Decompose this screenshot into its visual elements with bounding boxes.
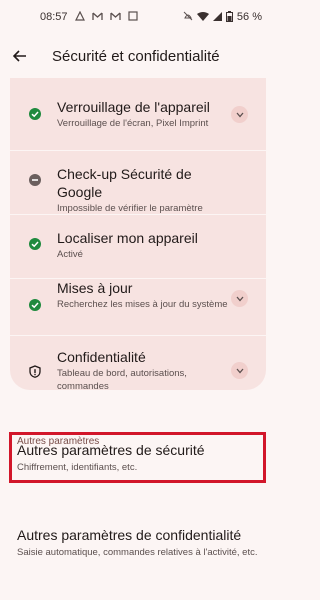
row-device-lock[interactable]: Verrouillage de l'appareil Verrouillage … [10,86,266,146]
dnd-off-icon [183,11,193,23]
row-subtitle: Tableau de bord, autorisations, commande… [57,368,187,392]
row-subtitle: Activé [57,249,83,260]
chevron-down-icon [236,368,243,373]
battery-icon [225,10,233,24]
expand-button[interactable] [231,362,248,379]
highlight-box [9,432,266,483]
minus-circle-icon [28,173,42,187]
row-title: Mises à jour [57,280,133,296]
check-circle-icon [28,237,42,251]
gmail-icon [109,12,121,23]
expand-button[interactable] [231,106,248,123]
chevron-down-icon [236,296,243,301]
gmail-icon [91,12,103,23]
row-security-checkup[interactable]: Check-up Sécurité de Google Impossible d… [10,151,266,214]
row-title: Check-up Sécurité de Google [57,166,192,200]
back-button[interactable] [0,36,40,76]
other-privacy-settings[interactable]: Autres paramètres de confidentialité Sai… [17,527,262,559]
notification-icon [74,10,85,23]
app-bar: Sécurité et confidentialité [0,34,276,78]
expand-button[interactable] [231,290,248,307]
chevron-down-icon [236,112,243,117]
item-title: Autres paramètres de confidentialité [17,527,242,543]
row-find-my-device[interactable]: Localiser mon appareil Activé [10,215,266,275]
shield-icon [28,364,42,378]
row-subtitle: Recherchez les mises à jour du système [57,299,228,310]
battery-percent: 56 % [236,11,262,23]
status-bar: 08:57 56 % [0,0,276,34]
row-title: Localiser mon appareil [57,230,198,246]
arrow-back-icon [13,50,26,62]
check-circle-icon [28,107,42,121]
row-privacy[interactable]: Confidentialité Tableau de bord, autoris… [10,336,266,392]
page-title: Sécurité et confidentialité [52,47,220,65]
row-title: Confidentialité [57,349,146,365]
row-updates[interactable]: Mises à jour Recherchez les mises à jour… [10,279,266,343]
gallery-icon [127,11,138,23]
security-card: Verrouillage de l'appareil Verrouillage … [10,78,266,392]
row-title: Verrouillage de l'appareil [57,99,210,115]
wifi-icon [196,11,209,23]
check-circle-icon [28,298,42,312]
row-subtitle: Verrouillage de l'écran, Pixel Imprint [57,118,209,129]
item-subtitle: Saisie automatique, commandes relatives … [17,547,258,558]
signal-icon [212,11,222,23]
status-time: 08:57 [40,11,68,23]
